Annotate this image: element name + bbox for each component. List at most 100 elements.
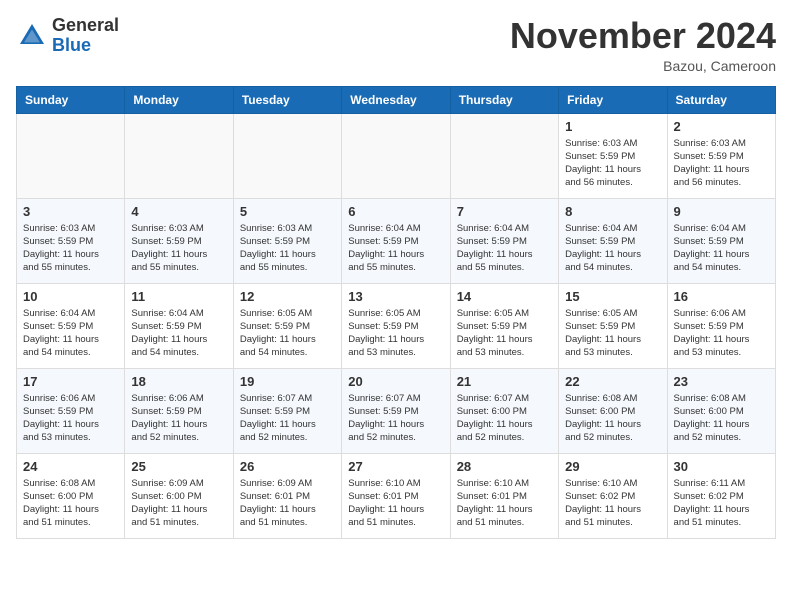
day-info: Sunrise: 6:05 AM Sunset: 5:59 PM Dayligh… bbox=[457, 307, 552, 360]
day-number: 21 bbox=[457, 374, 552, 389]
day-info: Sunrise: 6:05 AM Sunset: 5:59 PM Dayligh… bbox=[240, 307, 335, 360]
week-row-1: 1 Sunrise: 6:03 AM Sunset: 5:59 PM Daylig… bbox=[17, 113, 776, 198]
week-row-5: 24Sunrise: 6:08 AM Sunset: 6:00 PM Dayli… bbox=[17, 453, 776, 538]
day-number: 18 bbox=[131, 374, 226, 389]
day-info: Sunrise: 6:03 AM Sunset: 5:59 PM Dayligh… bbox=[23, 222, 118, 275]
day-number: 15 bbox=[565, 289, 660, 304]
week-row-2: 3 Sunrise: 6:03 AM Sunset: 5:59 PM Daylig… bbox=[17, 198, 776, 283]
day-number: 22 bbox=[565, 374, 660, 389]
calendar-cell bbox=[17, 113, 125, 198]
calendar-cell: 19 Sunrise: 6:07 AM Sunset: 5:59 PM Dayli… bbox=[233, 368, 341, 453]
day-number: 16 bbox=[674, 289, 769, 304]
calendar-cell: 4 Sunrise: 6:03 AM Sunset: 5:59 PM Daylig… bbox=[125, 198, 233, 283]
day-info: Sunrise: 6:04 AM Sunset: 5:59 PM Dayligh… bbox=[674, 222, 769, 275]
calendar-cell: 1 Sunrise: 6:03 AM Sunset: 5:59 PM Daylig… bbox=[559, 113, 667, 198]
calendar-cell: 10Sunrise: 6:04 AM Sunset: 5:59 PM Dayli… bbox=[17, 283, 125, 368]
day-info: Sunrise: 6:08 AM Sunset: 6:00 PM Dayligh… bbox=[674, 392, 769, 445]
calendar-cell: 20 Sunrise: 6:07 AM Sunset: 5:59 PM Dayli… bbox=[342, 368, 450, 453]
calendar-header-row: SundayMondayTuesdayWednesdayThursdayFrid… bbox=[17, 86, 776, 113]
day-info: Sunrise: 6:03 AM Sunset: 5:59 PM Dayligh… bbox=[131, 222, 226, 275]
calendar-cell: 13Sunrise: 6:05 AM Sunset: 5:59 PM Dayli… bbox=[342, 283, 450, 368]
day-info: Sunrise: 6:04 AM Sunset: 5:59 PM Dayligh… bbox=[565, 222, 660, 275]
calendar-cell: 28 Sunrise: 6:10 AM Sunset: 6:01 PM Dayli… bbox=[450, 453, 558, 538]
day-number: 17 bbox=[23, 374, 118, 389]
calendar-cell: 27 Sunrise: 6:10 AM Sunset: 6:01 PM Dayli… bbox=[342, 453, 450, 538]
day-number: 28 bbox=[457, 459, 552, 474]
calendar-cell: 24Sunrise: 6:08 AM Sunset: 6:00 PM Dayli… bbox=[17, 453, 125, 538]
day-number: 3 bbox=[23, 204, 118, 219]
day-info: Sunrise: 6:04 AM Sunset: 5:59 PM Dayligh… bbox=[131, 307, 226, 360]
day-number: 25 bbox=[131, 459, 226, 474]
day-info: Sunrise: 6:06 AM Sunset: 5:59 PM Dayligh… bbox=[131, 392, 226, 445]
calendar-cell: 30 Sunrise: 6:11 AM Sunset: 6:02 PM Dayli… bbox=[667, 453, 775, 538]
weekday-header-saturday: Saturday bbox=[667, 86, 775, 113]
calendar-cell: 17 Sunrise: 6:06 AM Sunset: 5:59 PM Dayli… bbox=[17, 368, 125, 453]
day-info: Sunrise: 6:11 AM Sunset: 6:02 PM Dayligh… bbox=[674, 477, 769, 530]
month-title: November 2024 bbox=[510, 16, 776, 56]
day-number: 23 bbox=[674, 374, 769, 389]
calendar-cell: 11 Sunrise: 6:04 AM Sunset: 5:59 PM Dayli… bbox=[125, 283, 233, 368]
calendar-cell bbox=[233, 113, 341, 198]
calendar-cell: 8 Sunrise: 6:04 AM Sunset: 5:59 PM Daylig… bbox=[559, 198, 667, 283]
day-number: 20 bbox=[348, 374, 443, 389]
day-info: Sunrise: 6:09 AM Sunset: 6:00 PM Dayligh… bbox=[131, 477, 226, 530]
day-info: Sunrise: 6:10 AM Sunset: 6:01 PM Dayligh… bbox=[348, 477, 443, 530]
day-info: Sunrise: 6:03 AM Sunset: 5:59 PM Dayligh… bbox=[565, 137, 660, 190]
day-info: Sunrise: 6:07 AM Sunset: 6:00 PM Dayligh… bbox=[457, 392, 552, 445]
calendar-cell bbox=[450, 113, 558, 198]
day-info: Sunrise: 6:10 AM Sunset: 6:02 PM Dayligh… bbox=[565, 477, 660, 530]
calendar-cell: 7Sunrise: 6:04 AM Sunset: 5:59 PM Daylig… bbox=[450, 198, 558, 283]
title-section: November 2024 Bazou, Cameroon bbox=[510, 16, 776, 74]
day-number: 27 bbox=[348, 459, 443, 474]
day-number: 7 bbox=[457, 204, 552, 219]
day-info: Sunrise: 6:08 AM Sunset: 6:00 PM Dayligh… bbox=[23, 477, 118, 530]
day-number: 29 bbox=[565, 459, 660, 474]
calendar-cell bbox=[342, 113, 450, 198]
day-number: 10 bbox=[23, 289, 118, 304]
calendar-cell: 6Sunrise: 6:04 AM Sunset: 5:59 PM Daylig… bbox=[342, 198, 450, 283]
day-number: 2 bbox=[674, 119, 769, 134]
day-info: Sunrise: 6:03 AM Sunset: 5:59 PM Dayligh… bbox=[674, 137, 769, 190]
calendar-cell: 3 Sunrise: 6:03 AM Sunset: 5:59 PM Daylig… bbox=[17, 198, 125, 283]
day-info: Sunrise: 6:05 AM Sunset: 5:59 PM Dayligh… bbox=[348, 307, 443, 360]
calendar-cell: 29 Sunrise: 6:10 AM Sunset: 6:02 PM Dayli… bbox=[559, 453, 667, 538]
weekday-header-wednesday: Wednesday bbox=[342, 86, 450, 113]
logo: General Blue bbox=[16, 16, 119, 56]
week-row-4: 17 Sunrise: 6:06 AM Sunset: 5:59 PM Dayli… bbox=[17, 368, 776, 453]
week-row-3: 10 Sunrise: 6:04 AM Sunset: 5:59 PM Dayli… bbox=[17, 283, 776, 368]
day-number: 1 bbox=[565, 119, 660, 134]
weekday-header-sunday: Sunday bbox=[17, 86, 125, 113]
calendar-cell: 21 Sunrise: 6:07 AM Sunset: 6:00 PM Dayli… bbox=[450, 368, 558, 453]
logo-text: General Blue bbox=[52, 16, 119, 56]
calendar-cell: 25 Sunrise: 6:09 AM Sunset: 6:00 PM Dayli… bbox=[125, 453, 233, 538]
day-info: Sunrise: 6:10 AM Sunset: 6:01 PM Dayligh… bbox=[457, 477, 552, 530]
weekday-header-thursday: Thursday bbox=[450, 86, 558, 113]
day-number: 12 bbox=[240, 289, 335, 304]
day-number: 6 bbox=[348, 204, 443, 219]
day-number: 19 bbox=[240, 374, 335, 389]
day-number: 8 bbox=[565, 204, 660, 219]
day-info: Sunrise: 6:07 AM Sunset: 5:59 PM Dayligh… bbox=[348, 392, 443, 445]
calendar-cell: 14 Sunrise: 6:05 AM Sunset: 5:59 PM Dayli… bbox=[450, 283, 558, 368]
day-info: Sunrise: 6:06 AM Sunset: 5:59 PM Dayligh… bbox=[23, 392, 118, 445]
day-number: 30 bbox=[674, 459, 769, 474]
day-number: 14 bbox=[457, 289, 552, 304]
calendar-cell: 22Sunrise: 6:08 AM Sunset: 6:00 PM Dayli… bbox=[559, 368, 667, 453]
day-info: Sunrise: 6:06 AM Sunset: 5:59 PM Dayligh… bbox=[674, 307, 769, 360]
calendar-cell: 18 Sunrise: 6:06 AM Sunset: 5:59 PM Dayli… bbox=[125, 368, 233, 453]
day-number: 11 bbox=[131, 289, 226, 304]
location: Bazou, Cameroon bbox=[510, 58, 776, 74]
day-number: 4 bbox=[131, 204, 226, 219]
calendar-cell: 15Sunrise: 6:05 AM Sunset: 5:59 PM Dayli… bbox=[559, 283, 667, 368]
calendar-table: SundayMondayTuesdayWednesdayThursdayFrid… bbox=[16, 86, 776, 539]
calendar-cell: 9 Sunrise: 6:04 AM Sunset: 5:59 PM Daylig… bbox=[667, 198, 775, 283]
day-number: 5 bbox=[240, 204, 335, 219]
logo-icon bbox=[16, 20, 48, 52]
weekday-header-friday: Friday bbox=[559, 86, 667, 113]
calendar-cell: 16 Sunrise: 6:06 AM Sunset: 5:59 PM Dayli… bbox=[667, 283, 775, 368]
day-info: Sunrise: 6:09 AM Sunset: 6:01 PM Dayligh… bbox=[240, 477, 335, 530]
day-info: Sunrise: 6:07 AM Sunset: 5:59 PM Dayligh… bbox=[240, 392, 335, 445]
calendar-cell: 2 Sunrise: 6:03 AM Sunset: 5:59 PM Daylig… bbox=[667, 113, 775, 198]
calendar-cell: 12 Sunrise: 6:05 AM Sunset: 5:59 PM Dayli… bbox=[233, 283, 341, 368]
day-number: 9 bbox=[674, 204, 769, 219]
